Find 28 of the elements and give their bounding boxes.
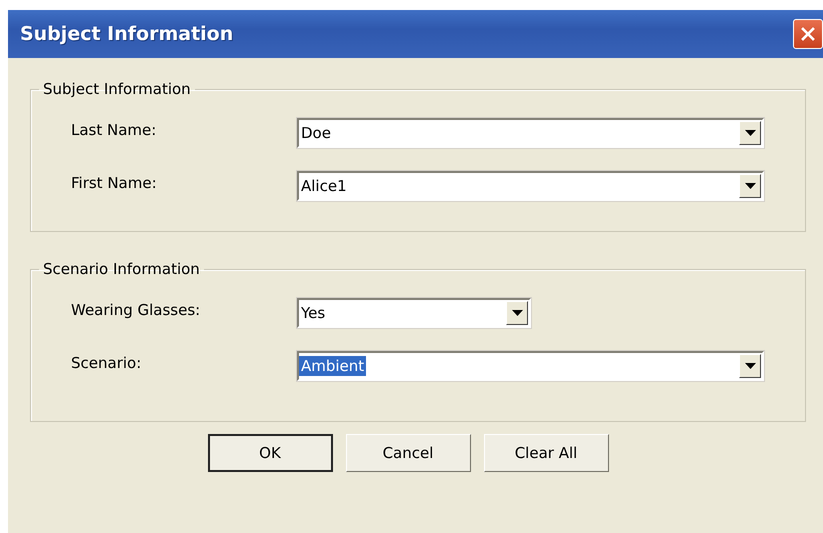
dialog-button[interactable]: Clear All [484,434,608,472]
field-value: Ambient [299,356,366,376]
dropdown-button[interactable] [739,354,761,378]
combo-box[interactable]: Yes [297,298,531,328]
combo-box[interactable]: Ambient [297,350,764,380]
dropdown-button[interactable] [739,174,761,198]
group-title: Subject Information [42,80,192,98]
combo-box[interactable]: Alice1 [297,170,764,200]
field-label: Scenario: [71,354,142,372]
field-label: First Name: [71,174,158,192]
caret-icon [744,182,756,188]
close-icon [800,26,816,42]
caret-icon [512,310,522,316]
field-value: Doe [300,122,332,142]
field-value: Alice1 [300,176,348,196]
close-button[interactable] [793,19,823,49]
group-title: Scenario Information [42,260,201,278]
dropdown-button[interactable] [739,120,761,144]
field-label: Last Name: [71,120,158,138]
dialog-button[interactable]: Cancel [346,434,470,472]
field-value: Yes [300,302,326,322]
combo-box[interactable]: Doe [297,118,764,148]
dropdown-button[interactable] [506,300,528,324]
window-title: Subject Information [20,23,234,45]
field-label: Wearing Glasses: [71,300,202,318]
caret-icon [744,362,756,368]
caret-icon [744,130,756,136]
dialog-button[interactable]: OK [208,434,332,472]
